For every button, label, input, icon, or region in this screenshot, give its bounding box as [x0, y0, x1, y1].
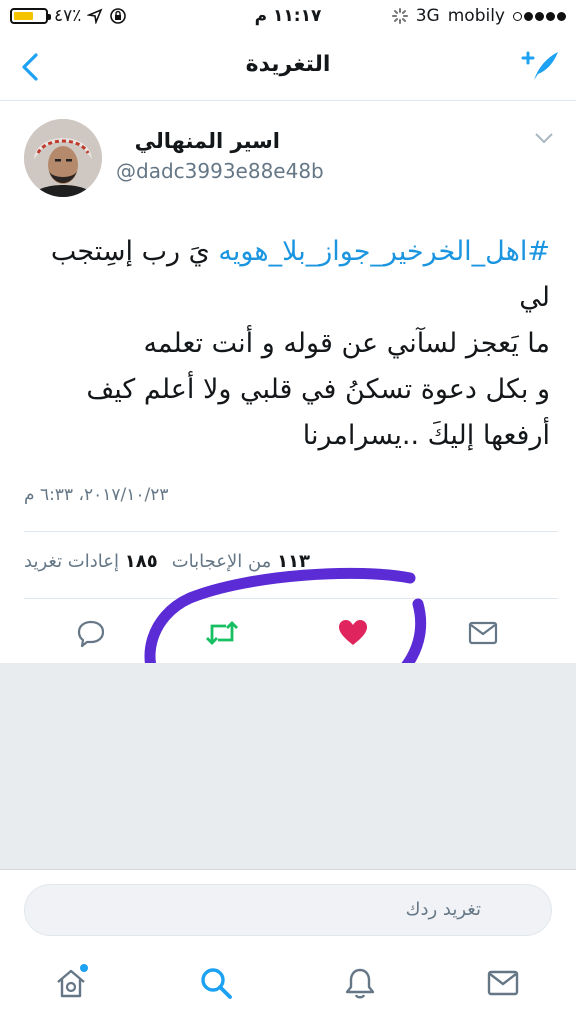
tweet-timestamp: ٢٠١٧/١٠/٢٣، ٦:٣٣ م	[24, 485, 169, 505]
status-bar: ٤٧٪ ١١:١٧ م 3G mobily	[0, 0, 576, 36]
reply-input[interactable]: تغريد ردك	[24, 884, 552, 936]
author-name[interactable]: اسير المنهالي	[135, 129, 280, 153]
avatar-image	[24, 119, 102, 197]
page-title: التغريدة	[245, 52, 331, 77]
mail-icon[interactable]	[486, 966, 520, 1000]
tweet-text: #اهل_الخرخير_جواز_بلا_هويه يَ رب إسِتجب …	[20, 229, 550, 459]
activity-spinner-icon	[391, 8, 408, 24]
signal-strength-icon	[513, 11, 566, 21]
divider	[24, 531, 558, 532]
compose-icon[interactable]	[520, 48, 560, 84]
author-handle[interactable]: @dadc3993e88e48b	[116, 159, 324, 183]
bell-icon[interactable]	[343, 966, 377, 1000]
hashtag-link[interactable]: #اهل_الخرخير_جواز_بلا_هويه	[218, 236, 550, 267]
notification-dot	[80, 964, 88, 972]
carrier-name: mobily	[447, 6, 505, 26]
status-right: 3G mobily	[391, 6, 566, 26]
reply-placeholder: تغريد ردك	[405, 899, 481, 920]
chevron-down-icon[interactable]	[534, 131, 554, 145]
tab-bar	[0, 954, 576, 1024]
empty-replies-area	[0, 663, 576, 870]
network-type: 3G	[415, 6, 440, 26]
search-icon[interactable]	[199, 966, 233, 1000]
reply-bar: تغريد ردك	[0, 870, 576, 954]
navigation-bar: التغريدة	[0, 36, 576, 101]
tweet-body: يَ رب إسِتجب لي ما يَعجز لسآني عن قوله و…	[50, 236, 550, 451]
avatar[interactable]	[24, 119, 102, 197]
